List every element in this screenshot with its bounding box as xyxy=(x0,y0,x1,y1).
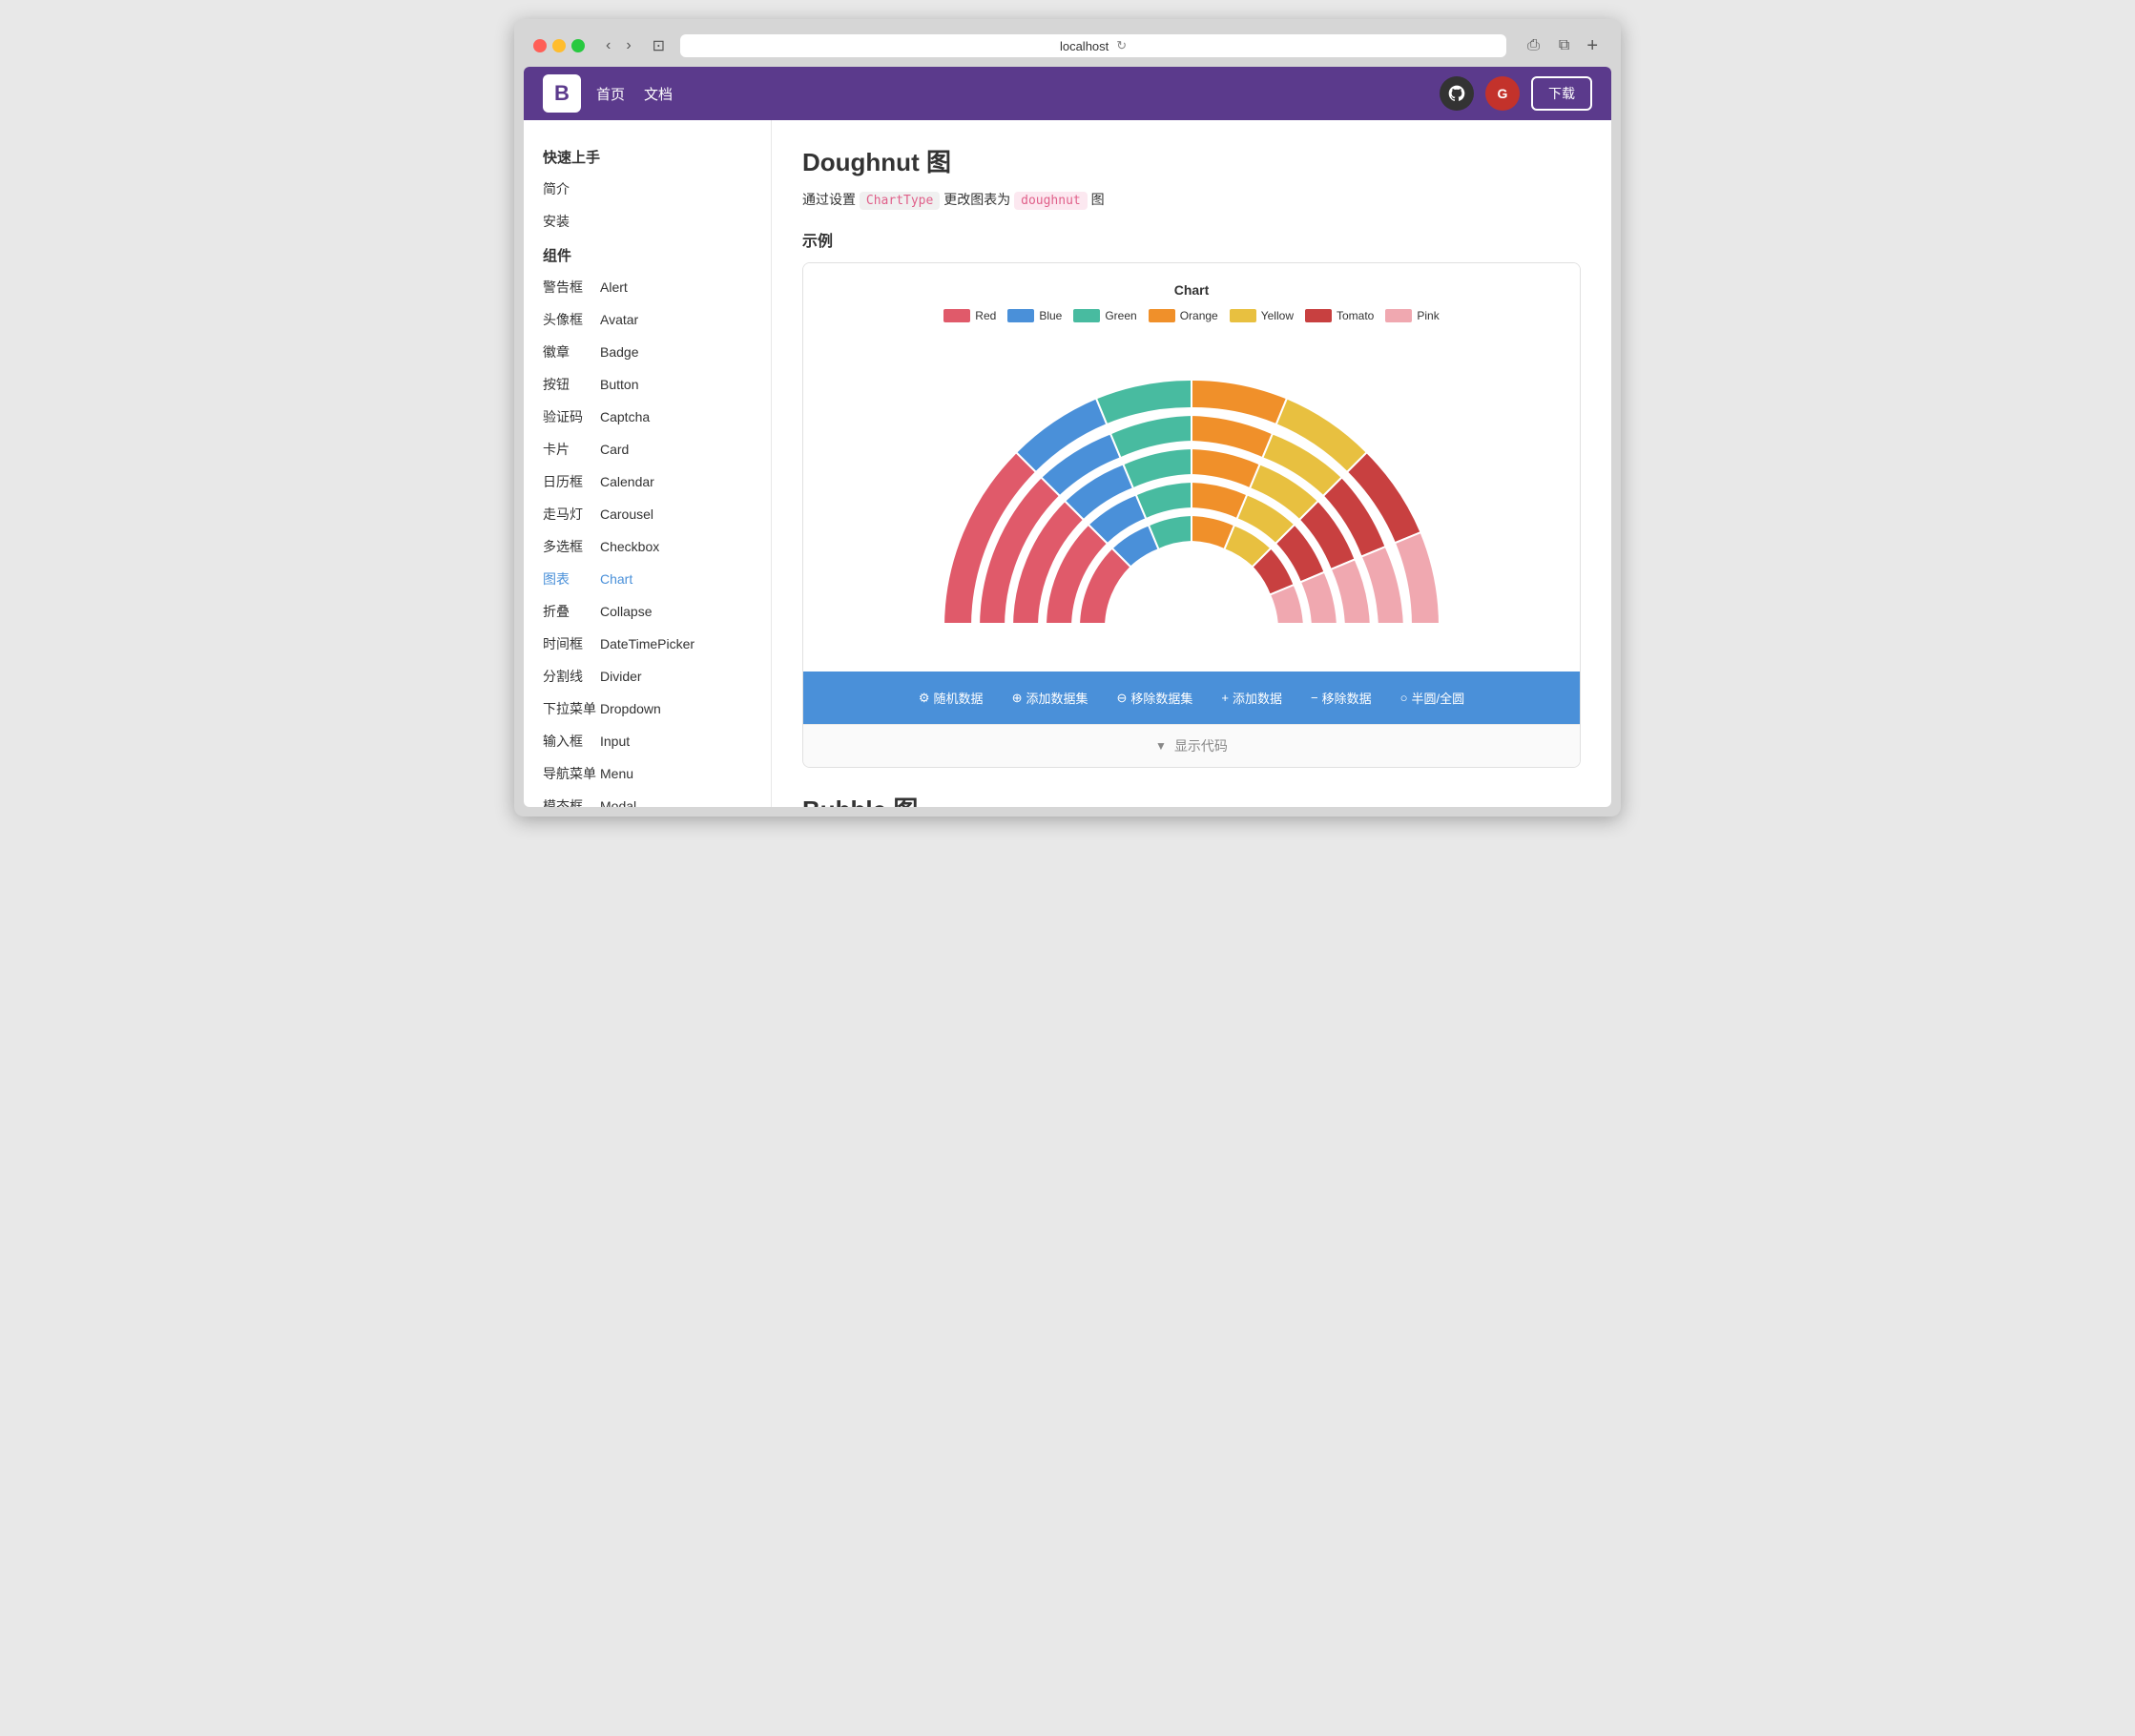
plus-icon: + xyxy=(1221,691,1229,705)
sidebar-item-button[interactable]: 按钮 Button xyxy=(524,368,771,401)
random-data-button[interactable]: ⚙ 随机数据 xyxy=(905,681,997,714)
nav-buttons: ‹ › xyxy=(600,35,637,56)
browser-content: B 首页 文档 G 下载 快速上手 xyxy=(524,67,1611,807)
legend-color-orange xyxy=(1149,309,1175,322)
sidebar-item-intro[interactable]: 简介 xyxy=(524,173,771,205)
example-label-1: 示例 xyxy=(802,228,1581,251)
sidebar-item-datetimepicker[interactable]: 时间框 DateTimePicker xyxy=(524,628,771,660)
browser-window: ‹ › ⊡ localhost ↻ ⎙ ⧉ + B 首页 文档 xyxy=(514,19,1621,816)
content-area: Doughnut 图 通过设置 ChartType 更改图表为 doughnut… xyxy=(772,120,1611,807)
chart-title: Chart xyxy=(822,282,1561,298)
download-button[interactable]: 下载 xyxy=(1531,76,1592,111)
bubble-title: Bubble 图 xyxy=(802,791,1581,807)
semi-doughnut-container xyxy=(822,341,1561,637)
legend-color-red xyxy=(943,309,970,322)
main-layout: 快速上手 简介 安装 组件 警告框 Alert 头像框 Avatar 徽章 xyxy=(524,120,1611,807)
legend-orange: Orange xyxy=(1149,309,1218,322)
sidebar-item-card[interactable]: 卡片 Card xyxy=(524,433,771,465)
top-nav: B 首页 文档 G 下载 xyxy=(524,67,1611,120)
legend-color-green xyxy=(1073,309,1100,322)
legend-blue: Blue xyxy=(1007,309,1062,322)
titlebar: ‹ › ⊡ localhost ↻ ⎙ ⧉ + xyxy=(524,29,1611,67)
legend-yellow: Yellow xyxy=(1230,309,1294,322)
doughnut-tag: doughnut xyxy=(1014,192,1088,210)
show-code-bar[interactable]: ▼ 显示代码 xyxy=(803,724,1580,767)
add-tab-button[interactable]: + xyxy=(1583,35,1602,57)
legend-tomato: Tomato xyxy=(1305,309,1374,322)
sidebar-item-chart[interactable]: 图表 Chart xyxy=(524,563,771,595)
sidebar-item-menu[interactable]: 导航菜单 Menu xyxy=(524,757,771,790)
components-title: 组件 xyxy=(524,238,771,271)
traffic-lights xyxy=(533,39,585,52)
legend-red: Red xyxy=(943,309,996,322)
legend: Red Blue Green xyxy=(822,309,1561,322)
sidebar-item-checkbox[interactable]: 多选框 Checkbox xyxy=(524,530,771,563)
quick-start-title: 快速上手 xyxy=(524,139,771,173)
sidebar-item-carousel[interactable]: 走马灯 Carousel xyxy=(524,498,771,530)
remove-data-button[interactable]: − 移除数据 xyxy=(1297,681,1385,714)
github-icon[interactable] xyxy=(1440,76,1474,111)
sidebar-item-modal[interactable]: 模态框 Modal xyxy=(524,790,771,807)
chart-button-bar: ⚙ 随机数据 ⊕ 添加数据集 ⊖ 移除数据集 + xyxy=(803,672,1580,724)
sidebar-item-avatar[interactable]: 头像框 Avatar xyxy=(524,303,771,336)
add-circle-icon: ⊕ xyxy=(1012,691,1023,706)
url-text: localhost xyxy=(1060,39,1109,53)
sidebar-item-badge[interactable]: 徽章 Badge xyxy=(524,336,771,368)
gear-icon: ⚙ xyxy=(919,691,930,706)
sidebar-item-dropdown[interactable]: 下拉菜单 Dropdown xyxy=(524,692,771,725)
sidebar-item-input[interactable]: 输入框 Input xyxy=(524,725,771,757)
sidebar-item-divider[interactable]: 分割线 Divider xyxy=(524,660,771,692)
circle-icon: ○ xyxy=(1400,691,1408,705)
refresh-icon[interactable]: ↻ xyxy=(1116,38,1127,53)
sidebar-item-calendar[interactable]: 日历框 Calendar xyxy=(524,465,771,498)
legend-color-pink xyxy=(1385,309,1412,322)
doughnut-demo-box: Chart Red Blue xyxy=(802,262,1581,768)
sidebar: 快速上手 简介 安装 组件 警告框 Alert 头像框 Avatar 徽章 xyxy=(524,120,772,807)
gitee-icon[interactable]: G xyxy=(1485,76,1520,111)
nav-links: 首页 文档 xyxy=(596,84,673,104)
add-data-button[interactable]: + 添加数据 xyxy=(1208,681,1296,714)
close-button[interactable] xyxy=(533,39,547,52)
maximize-button[interactable] xyxy=(571,39,585,52)
sidebar-item-collapse[interactable]: 折叠 Collapse xyxy=(524,595,771,628)
minus-icon: − xyxy=(1311,691,1318,705)
chart-area: Chart Red Blue xyxy=(803,263,1580,672)
chevron-down-icon: ▼ xyxy=(1155,739,1167,753)
sidebar-item-alert[interactable]: 警告框 Alert xyxy=(524,271,771,303)
legend-color-tomato xyxy=(1305,309,1332,322)
minimize-button[interactable] xyxy=(552,39,566,52)
doughnut-chart-svg xyxy=(924,341,1459,637)
doughnut-title: Doughnut 图 xyxy=(802,143,1581,178)
sidebar-item-install[interactable]: 安装 xyxy=(524,205,771,238)
nav-docs[interactable]: 文档 xyxy=(644,84,673,104)
tab-view-button[interactable]: ⊡ xyxy=(645,34,673,57)
legend-pink: Pink xyxy=(1385,309,1439,322)
sidebar-item-captcha[interactable]: 验证码 Captcha xyxy=(524,401,771,433)
doughnut-description: 通过设置 ChartType 更改图表为 doughnut 图 xyxy=(802,190,1581,209)
legend-green: Green xyxy=(1073,309,1136,322)
logo: B xyxy=(543,74,581,113)
copy-button[interactable]: ⧉ xyxy=(1553,35,1575,56)
semi-full-button[interactable]: ○ 半圆/全圆 xyxy=(1387,681,1478,714)
legend-color-blue xyxy=(1007,309,1034,322)
remove-dataset-button[interactable]: ⊖ 移除数据集 xyxy=(1103,681,1206,714)
back-button[interactable]: ‹ xyxy=(600,35,616,56)
nav-home[interactable]: 首页 xyxy=(596,84,625,104)
chart-type-tag-1: ChartType xyxy=(860,192,940,210)
legend-color-yellow xyxy=(1230,309,1256,322)
add-dataset-button[interactable]: ⊕ 添加数据集 xyxy=(999,681,1102,714)
browser-actions: ⎙ ⧉ xyxy=(1522,35,1575,56)
nav-icons: G 下载 xyxy=(1440,76,1592,111)
share-button[interactable]: ⎙ xyxy=(1522,35,1545,56)
remove-circle-icon: ⊖ xyxy=(1116,691,1127,706)
address-bar[interactable]: localhost ↻ xyxy=(680,34,1506,57)
forward-button[interactable]: › xyxy=(620,35,636,56)
